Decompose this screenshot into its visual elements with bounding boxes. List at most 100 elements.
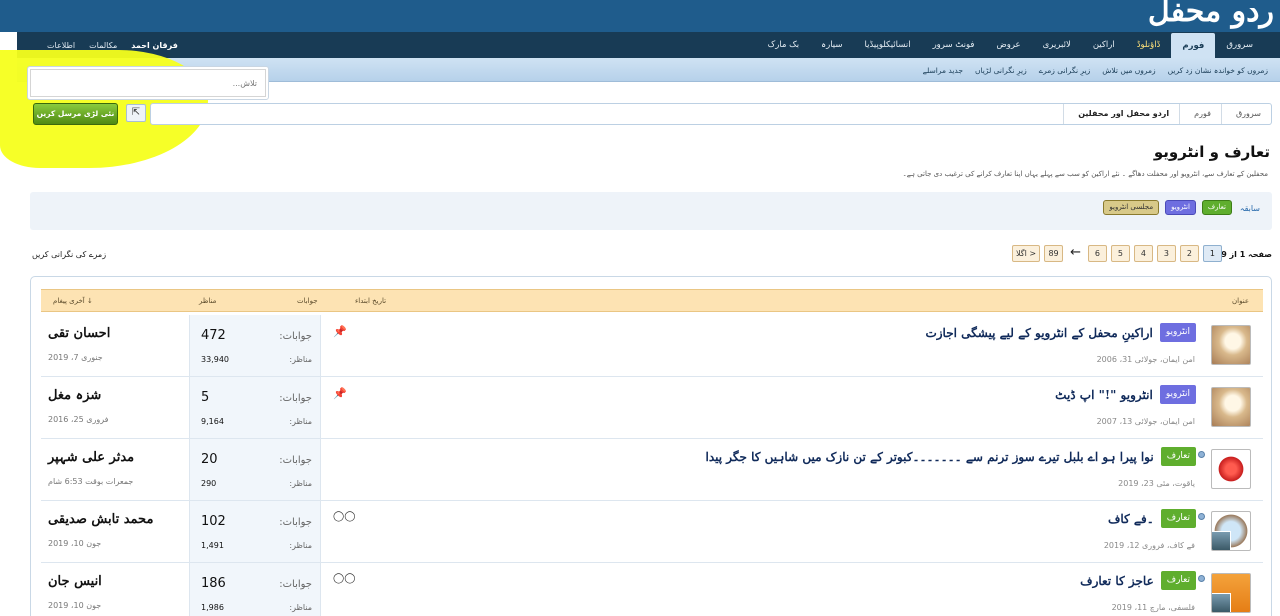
views-label: مناظر: (289, 541, 312, 550)
last-post-user[interactable]: شزہ مغل (48, 388, 101, 403)
avatar[interactable] (1211, 511, 1251, 551)
page-2-link[interactable]: 2 (1179, 245, 1199, 262)
tab-members[interactable]: اراکین (1082, 32, 1126, 58)
tab-downloads[interactable]: ڈاؤنلوڈ (1126, 32, 1172, 58)
page-title: تعارف و انٹرویو (1153, 143, 1270, 161)
thread-row: احسان تقی جنوری 7، 2019 472 جوابات: 33,9… (41, 315, 1263, 377)
column-views[interactable]: مناظر (199, 297, 216, 305)
search-input[interactable] (30, 69, 266, 97)
post-new-thread-button[interactable]: نئی لڑی مرسل کریں (33, 103, 118, 125)
last-post-date[interactable]: جون 10، 2019 (48, 601, 101, 610)
tab-encyclopedia[interactable]: انسائیکلوپیڈیا (854, 32, 922, 58)
tab-forums[interactable]: فورم (1171, 33, 1216, 58)
tab-bookmarks[interactable]: بک مارک (757, 32, 811, 58)
column-replies[interactable]: جوابات (297, 297, 318, 305)
avatar[interactable] (1211, 449, 1251, 489)
last-post-date[interactable]: جون 10، 2019 (48, 539, 101, 548)
last-post-date[interactable]: فروری 25، 2016 (48, 415, 108, 424)
subnav-mark-read[interactable]: زمروں کو خواندہ نشان زد کریں (1168, 66, 1268, 75)
last-post-user[interactable]: مدثر علی شہپر (48, 450, 134, 465)
page-1-link[interactable]: 1 (1202, 245, 1222, 262)
thread-author-date[interactable]: امن ایمان، جولائی 31، 2006 (1097, 355, 1195, 364)
thread-author-date[interactable]: امن ایمان، جولائی 13، 2007 (1097, 417, 1195, 426)
thread-prefix[interactable]: تعارف (1159, 570, 1197, 591)
column-start-date[interactable]: تاریخ ابتداء (355, 297, 386, 305)
replies-label: جوابات: (279, 455, 312, 466)
reply-count: 5 (201, 390, 210, 405)
last-post-cell: انیس جان جون 10، 2019 (41, 563, 189, 616)
avatar[interactable] (1211, 573, 1251, 613)
thread-title-link[interactable]: ۔فے کاف (1108, 512, 1154, 526)
tab-library[interactable]: لائبریری (1032, 32, 1082, 58)
replies-label: جوابات: (279, 517, 312, 528)
last-poster-mini-avatar[interactable] (1212, 531, 1231, 550)
thread-prefix[interactable]: انٹرویو (1158, 322, 1197, 343)
page-4-link[interactable]: 4 (1133, 245, 1153, 262)
column-last-post[interactable]: آخری پیغام ↓ (53, 297, 93, 305)
thread-prefix[interactable]: انٹرویو (1158, 384, 1197, 405)
site-header: ردو محفل (0, 0, 1280, 32)
alerts-link[interactable]: اطلاعات (47, 41, 75, 50)
page-6-link[interactable]: 6 (1087, 245, 1107, 262)
thread-author-date[interactable]: فے کاف، فروری 12، 2019 (1104, 541, 1195, 550)
external-link-icon[interactable]: ⇱ (126, 104, 146, 122)
avatar[interactable] (1211, 325, 1251, 365)
views-label: مناظر: (289, 417, 312, 426)
thread-title-link[interactable]: انٹرویو "!" اپ ڈیٹ (1055, 388, 1153, 402)
reply-count: 20 (201, 452, 218, 467)
breadcrumb-home[interactable]: سرورق (1220, 104, 1271, 124)
last-poster-mini-avatar[interactable] (1212, 593, 1231, 612)
subnav-watched-forums[interactable]: زیرِ نگرانی زمرے (1039, 66, 1091, 75)
prefix-filter-label: سابقہ (1239, 204, 1260, 213)
breadcrumb-forums[interactable]: فورم (1179, 104, 1221, 124)
tab-planet[interactable]: سیارہ (810, 32, 853, 58)
subnav-search-forums[interactable]: زمروں میں تلاش (1102, 66, 1155, 75)
page-jump-arrow-icon[interactable]: ← (1067, 245, 1084, 262)
subnav-new-posts[interactable]: جدید مراسلے (923, 66, 963, 75)
reply-count: 186 (201, 576, 226, 591)
watch-forum-link[interactable]: زمرے کی نگرانی کریں (32, 250, 106, 259)
replies-label: جوابات: (279, 393, 312, 404)
prefix-filter-introduction[interactable]: تعارف (1201, 200, 1232, 215)
thread-title-link[interactable]: اراکینِ محفل کے انٹرویو کے لیے پیشگی اجا… (925, 326, 1152, 340)
avatar[interactable] (1211, 387, 1251, 427)
page-3-link[interactable]: 3 (1156, 245, 1176, 262)
last-post-user[interactable]: احسان تقی (48, 326, 110, 341)
pin-icon: 📌 (333, 325, 347, 338)
unread-indicator-icon (1198, 451, 1205, 458)
last-post-date[interactable]: جنوری 7، 2019 (48, 353, 103, 362)
thread-prefix[interactable]: تعارف (1159, 446, 1197, 467)
thread-row: شزہ مغل فروری 25، 2016 5 جوابات: 9,164 م… (41, 377, 1263, 439)
thread-title-link[interactable]: عاجز کا تعارف (1080, 574, 1154, 588)
thread-author-date[interactable]: فلسفی، مارچ 11، 2019 (1112, 603, 1195, 612)
thread-title-link[interactable]: نوا پیرا ہو اے بلبل تیرے سوز ترنم سے ۔۔۔… (705, 450, 1153, 464)
last-post-user[interactable]: محمد تابش صدیقی (48, 512, 153, 527)
column-title[interactable]: عنوان (1232, 297, 1249, 305)
thread-list-header: آخری پیغام ↓ مناظر جوابات تاریخ ابتداء ع… (41, 289, 1263, 312)
stats-cell: 102 جوابات: 1,491 مناظر: (189, 501, 321, 562)
thread-author-date[interactable]: یاقوت، مئی 23، 2019 (1118, 479, 1195, 488)
page-last-link[interactable]: 89 (1044, 245, 1064, 262)
breadcrumb: سرورق فورم اردو محفل اور محفلین (150, 103, 1272, 125)
thread-row: انیس جان جون 10، 2019 186 جوابات: 1,986 … (41, 563, 1263, 616)
tab-aroz[interactable]: عروض (985, 32, 1031, 58)
conversations-link[interactable]: مکالمات (89, 41, 117, 50)
thread-list: آخری پیغام ↓ مناظر جوابات تاریخ ابتداء ع… (30, 276, 1272, 616)
last-post-user[interactable]: انیس جان (48, 574, 102, 589)
last-post-date[interactable]: جمعرات بوقت 6:53 شام (48, 477, 133, 486)
prefix-filter-group-interview[interactable]: مجلسی انٹرویو (1103, 200, 1160, 215)
prefix-filter-interview[interactable]: انٹرویو (1165, 200, 1196, 215)
breadcrumb-category[interactable]: اردو محفل اور محفلین (1063, 104, 1179, 124)
user-account-link[interactable]: فرقان احمد (131, 41, 178, 50)
stats-cell: 20 جوابات: 290 مناظر: (189, 439, 321, 500)
tab-home[interactable]: سرورق (1215, 32, 1264, 58)
pin-icon: 📌 (333, 387, 347, 400)
subnav-watched-threads[interactable]: زیرِ نگرانی لڑیاں (975, 66, 1027, 75)
page-5-link[interactable]: 5 (1110, 245, 1130, 262)
view-count: 1,491 (201, 541, 224, 550)
last-post-cell: مدثر علی شہپر جمعرات بوقت 6:53 شام (41, 439, 189, 500)
tab-font-server[interactable]: فونٹ سرور (922, 32, 986, 58)
thread-prefix[interactable]: تعارف (1159, 508, 1197, 529)
next-page-link[interactable]: اگلا > (1012, 245, 1041, 262)
site-logo[interactable]: ردو محفل (1148, 0, 1275, 29)
